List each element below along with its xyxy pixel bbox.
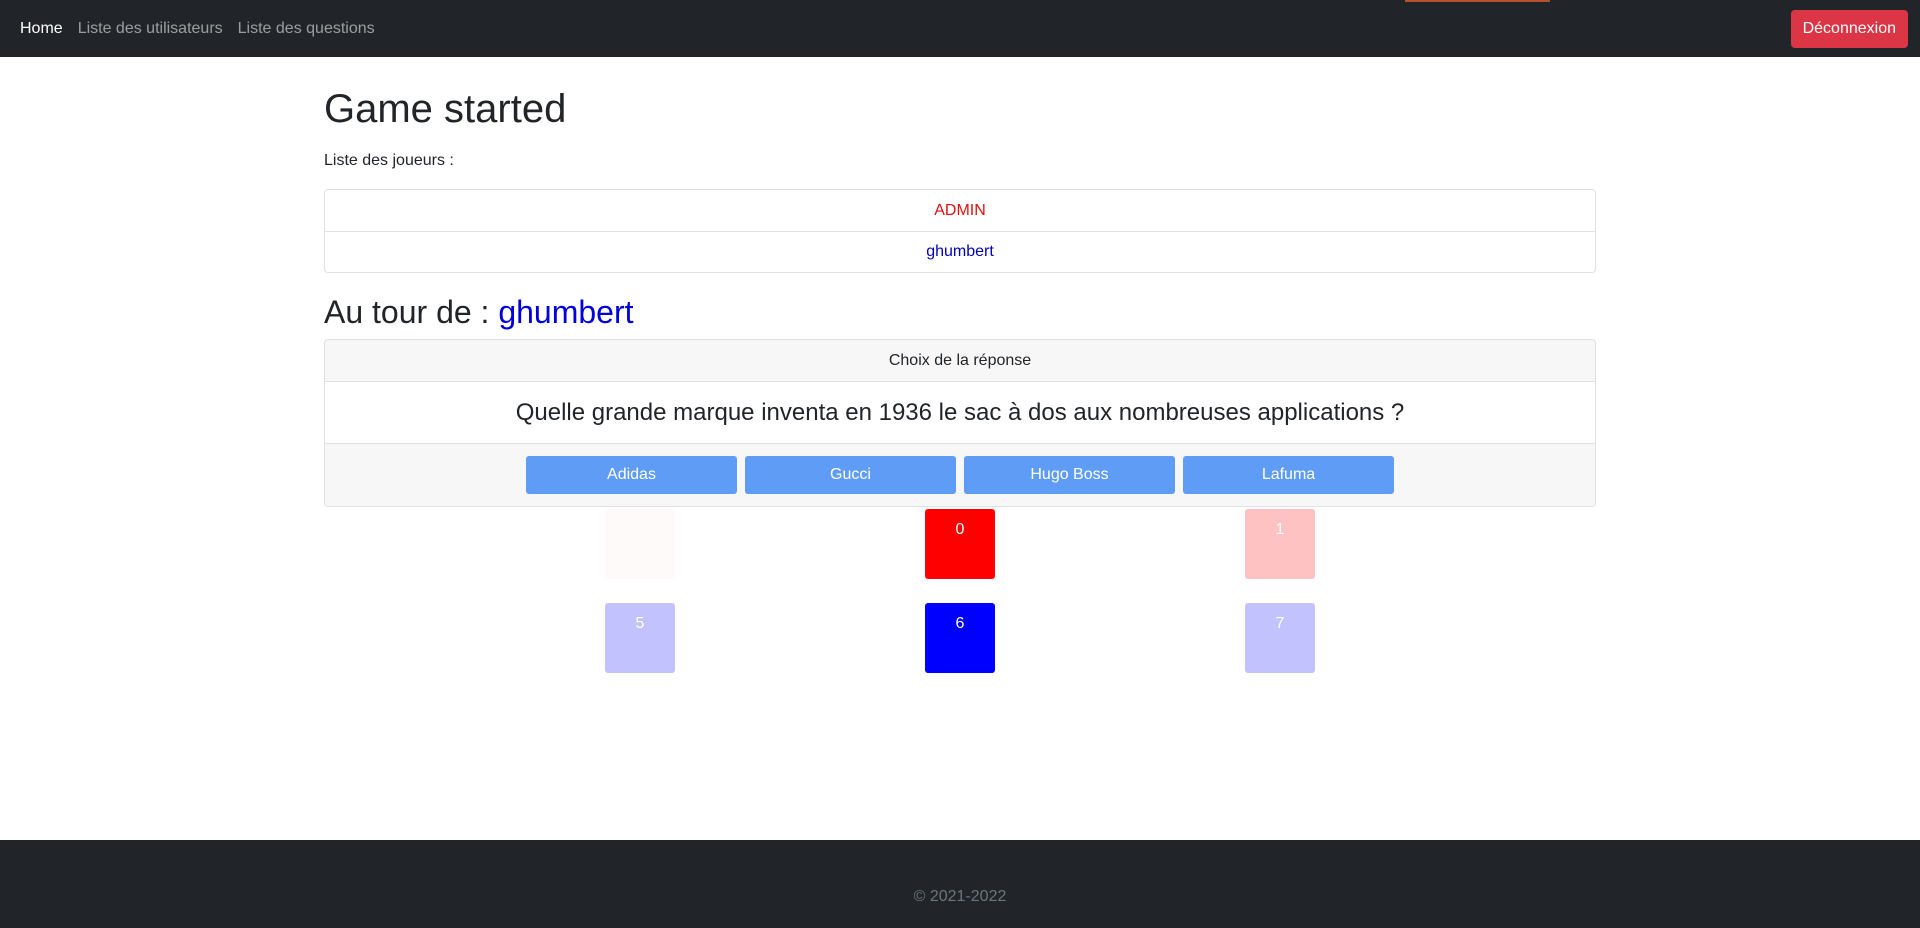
turn-prefix: Au tour de :	[324, 294, 499, 330]
question-card: Choix de la réponse Quelle grande marque…	[324, 339, 1596, 507]
answer-button-lafuma[interactable]: Lafuma	[1183, 456, 1394, 494]
nav-links: Home Liste des utilisateurs Liste des qu…	[20, 0, 382, 57]
player-list: ADMIN ghumbert	[324, 189, 1596, 273]
navbar-accent-strip	[1405, 0, 1550, 2]
board-tile[interactable]: 6	[925, 603, 995, 673]
top-navbar: Home Liste des utilisateurs Liste des qu…	[0, 0, 1920, 57]
players-label: Liste des joueurs :	[324, 152, 454, 169]
answer-buttons: Adidas Gucci Hugo Boss Lafuma	[325, 443, 1595, 506]
copyright-text: © 2021-2022	[913, 888, 1007, 905]
question-text: Quelle grande marque inventa en 1936 le …	[515, 398, 1405, 426]
page-title: Game started	[324, 87, 567, 131]
turn-player-name: ghumbert	[498, 294, 634, 330]
nav-link-home[interactable]: Home	[20, 0, 70, 57]
main-content: Game started Liste des joueurs : ADMIN g…	[324, 57, 1596, 507]
board-tile[interactable]: 5	[605, 603, 675, 673]
board-tile[interactable]	[605, 509, 675, 579]
player-item-ghumbert: ghumbert	[325, 231, 1595, 272]
board-tile[interactable]: 1	[1245, 509, 1315, 579]
answer-button-hugo-boss[interactable]: Hugo Boss	[964, 456, 1175, 494]
question-card-header: Choix de la réponse	[325, 340, 1595, 382]
board-tile[interactable]: 7	[1245, 603, 1315, 673]
answer-button-adidas[interactable]: Adidas	[526, 456, 737, 494]
page-footer: © 2021-2022	[0, 840, 1920, 928]
nav-link-users[interactable]: Liste des utilisateurs	[70, 0, 230, 57]
answer-button-gucci[interactable]: Gucci	[745, 456, 956, 494]
turn-indicator: Au tour de : ghumbert	[324, 293, 1596, 331]
player-item-admin: ADMIN	[934, 201, 986, 219]
logout-button[interactable]: Déconnexion	[1790, 9, 1908, 48]
board-tile[interactable]: 0	[925, 509, 995, 579]
nav-link-questions[interactable]: Liste des questions	[230, 0, 382, 57]
